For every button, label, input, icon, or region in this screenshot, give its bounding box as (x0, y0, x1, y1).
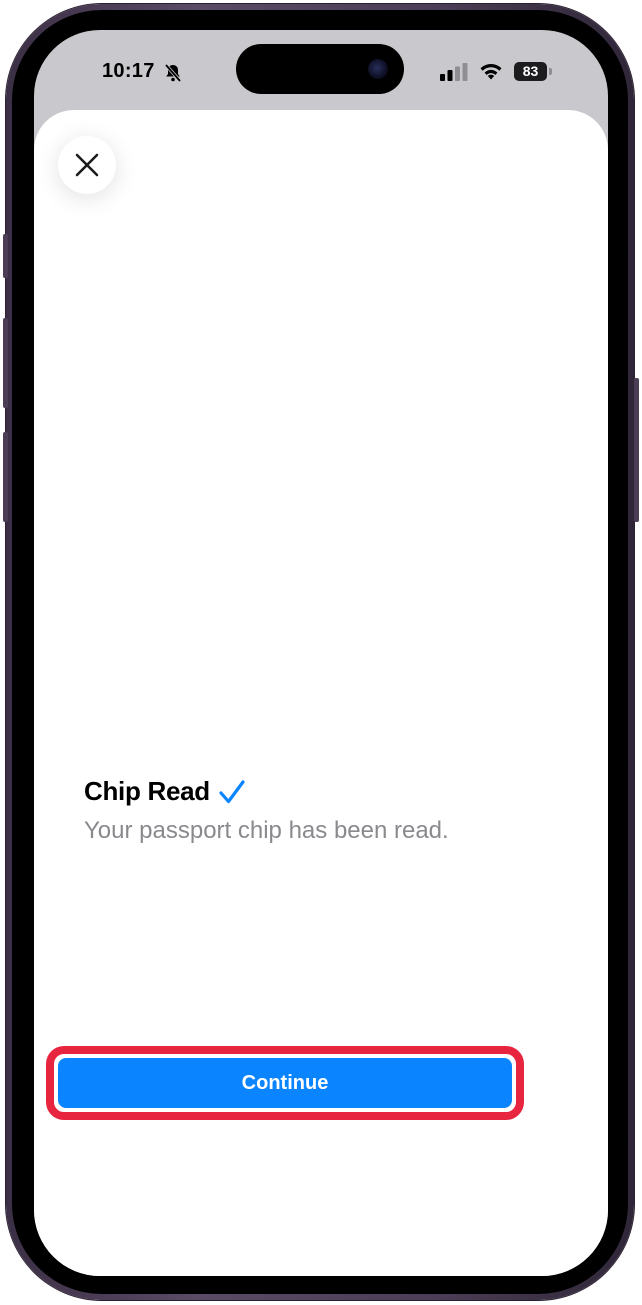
cellular-signal-icon (440, 63, 468, 81)
dynamic-island (236, 44, 404, 94)
volume-down-button (3, 432, 8, 522)
status-message: Your passport chip has been read. (84, 817, 449, 844)
chip-status: Chip Read Your passport chip has been re… (84, 776, 564, 845)
wifi-icon (480, 64, 502, 80)
volume-up-button (3, 318, 8, 408)
checkmark-icon (219, 779, 245, 803)
page-title: Chip Read (84, 776, 210, 806)
front-camera (368, 59, 388, 79)
status-time: 10:17 (102, 60, 155, 82)
status-bar: 10:17 83 (34, 30, 608, 114)
title-row: Chip Read (84, 776, 564, 807)
bell-slash-icon (164, 63, 182, 83)
close-button[interactable] (58, 136, 116, 194)
battery-tip (549, 68, 552, 75)
battery-icon: 83 (514, 62, 547, 81)
action-button (3, 234, 8, 278)
close-icon (75, 153, 99, 177)
power-button (634, 378, 639, 522)
continue-button[interactable]: Continue (58, 1058, 512, 1108)
